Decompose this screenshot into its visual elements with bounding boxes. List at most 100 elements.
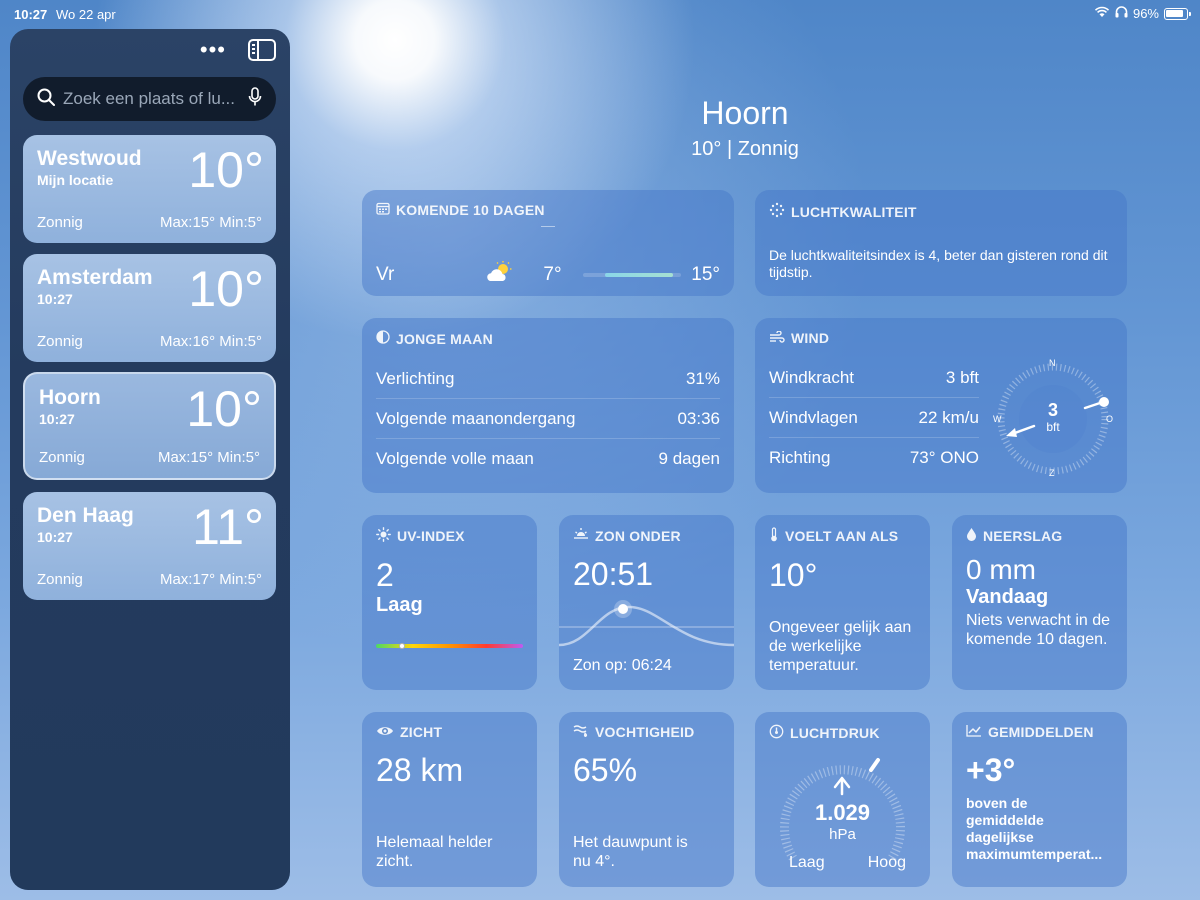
averages-title-text: GEMIDDELDEN bbox=[988, 724, 1094, 740]
averages-card[interactable]: GEMIDDELDEN +3° boven de gemiddelde dage… bbox=[952, 712, 1127, 887]
partly-sunny-icon bbox=[484, 260, 543, 290]
status-date: Wo 22 apr bbox=[56, 7, 116, 22]
thermometer-icon bbox=[769, 527, 779, 545]
air-quality-title: LUCHTKWALITEIT bbox=[769, 202, 1113, 221]
wind-row: Windkracht 3 bft bbox=[769, 358, 979, 398]
sunset-icon bbox=[573, 527, 589, 544]
compass-unit: bft bbox=[1046, 420, 1060, 434]
status-right: 96% bbox=[1094, 6, 1191, 21]
air-quality-card[interactable]: LUCHTKWALITEIT De luchtkwaliteitsindex i… bbox=[755, 190, 1127, 296]
wind-card[interactable]: WIND Windkracht 3 bft Windvlagen 22 km/u R… bbox=[755, 318, 1127, 493]
forecast-low: 7° bbox=[543, 264, 562, 285]
wind-row-value: 22 km/u bbox=[918, 408, 979, 427]
visibility-title: ZICHT bbox=[376, 724, 523, 740]
headphones-icon bbox=[1115, 6, 1128, 21]
current-conditions: 10° | Zonnig bbox=[691, 138, 799, 160]
raindrop-icon bbox=[966, 527, 977, 544]
temp-range-fill bbox=[604, 273, 674, 277]
precipitation-sub: Vandaag bbox=[966, 586, 1049, 608]
location-temp: 10° bbox=[188, 261, 264, 317]
humidity-card[interactable]: VOCHTIGHEID 65% Het dauwpunt is nu 4°. bbox=[559, 712, 734, 887]
forecast-title: KOMENDE 10 DAGEN bbox=[376, 202, 720, 218]
location-minmax: Max:15° Min:5° bbox=[157, 449, 260, 466]
feels-like-title: VOELT AAN ALS bbox=[769, 527, 916, 545]
moon-row: Volgende maanondergang 03:36 bbox=[376, 399, 720, 439]
forecast-high: 15° bbox=[691, 264, 720, 285]
microphone-icon[interactable] bbox=[248, 86, 262, 112]
status-bar: 10:27 Wo 22 apr 96% bbox=[0, 0, 1200, 28]
wind-title-text: WIND bbox=[791, 330, 830, 346]
uv-title-text: UV-INDEX bbox=[397, 528, 465, 544]
wifi-icon bbox=[1094, 6, 1110, 21]
search-icon bbox=[37, 88, 55, 111]
pressure-card[interactable]: LUCHTDRUK 1.029 hPa Laag Hoog bbox=[755, 712, 930, 887]
wind-rows: Windkracht 3 bft Windvlagen 22 km/u Richti… bbox=[769, 358, 979, 477]
location-minmax: Max:16° Min:5° bbox=[159, 333, 262, 350]
forecast-day: Vr bbox=[376, 264, 395, 285]
air-quality-title-text: LUCHTKWALITEIT bbox=[791, 203, 917, 220]
feels-like-value: 10° bbox=[769, 557, 818, 593]
forecast-card[interactable]: KOMENDE 10 DAGEN Vr 7° 15° bbox=[362, 190, 734, 296]
pressure-title: LUCHTDRUK bbox=[769, 724, 916, 742]
location-temp: 10° bbox=[186, 381, 262, 437]
pressure-unit: hPa bbox=[829, 826, 856, 843]
wind-row-label: Windvlagen bbox=[769, 408, 858, 427]
humidity-title-text: VOCHTIGHEID bbox=[595, 724, 695, 740]
uv-index-card[interactable]: UV-INDEX 2 Laag bbox=[362, 515, 537, 690]
search-placeholder: Zoek een plaats of lu... bbox=[63, 89, 235, 108]
moon-phase-icon bbox=[376, 330, 390, 347]
precipitation-text: Niets verwacht in de komende 10 dagen. bbox=[966, 612, 1111, 648]
status-time: 10:27 bbox=[14, 7, 48, 22]
location-card-amsterdam[interactable]: Amsterdam 10:27 10° Zonnig Max:16° Min:5… bbox=[23, 254, 276, 362]
averages-text: boven de gemiddelde dagelijkse maximumte… bbox=[966, 795, 1103, 862]
eye-icon bbox=[376, 724, 394, 740]
compass-north: N bbox=[1049, 358, 1056, 368]
visibility-card[interactable]: ZICHT 28 km Helemaal helder zicht. bbox=[362, 712, 537, 887]
sun-icon bbox=[376, 527, 391, 545]
compass-south: Z bbox=[1049, 468, 1055, 478]
sunset-time: 20:51 bbox=[573, 556, 654, 592]
moon-row: Verlichting 31% bbox=[376, 359, 720, 399]
location-card-hoorn[interactable]: Hoorn 10:27 10° Zonnig Max:15° Min:5° bbox=[23, 372, 276, 480]
uv-level: Laag bbox=[376, 594, 423, 616]
calendar-icon bbox=[376, 202, 390, 218]
location-condition: Zonnig bbox=[37, 571, 83, 588]
moon-card[interactable]: JONGE MAAN Verlichting 31% Volgende maano… bbox=[362, 318, 734, 493]
sidebar-toggle-icon[interactable] bbox=[248, 39, 276, 61]
moon-row-label: Verlichting bbox=[376, 369, 455, 388]
moon-row-label: Volgende volle maan bbox=[376, 449, 534, 468]
humidity-text: Het dauwpunt is nu 4°. bbox=[573, 834, 688, 870]
precipitation-card[interactable]: NEERSLAG 0 mm Vandaag Niets verwacht in … bbox=[952, 515, 1127, 690]
battery-percent: 96% bbox=[1132, 6, 1159, 21]
wind-row: Windvlagen 22 km/u bbox=[769, 398, 979, 438]
location-temp: 10° bbox=[188, 142, 264, 198]
location-condition: Zonnig bbox=[39, 449, 85, 466]
visibility-text: Helemaal helder zicht. bbox=[376, 834, 493, 870]
battery-icon bbox=[1164, 7, 1191, 20]
wind-row-label: Richting bbox=[769, 448, 831, 467]
city-name: Hoorn bbox=[701, 95, 789, 131]
search-input[interactable]: Zoek een plaats of lu... bbox=[23, 77, 276, 121]
averages-value: +3° bbox=[966, 752, 1016, 788]
pressure-title-text: LUCHTDRUK bbox=[790, 725, 880, 741]
humidity-icon bbox=[573, 724, 589, 740]
visibility-value: 28 km bbox=[376, 752, 464, 788]
moon-rows: Verlichting 31% Volgende maanondergang 03:… bbox=[376, 359, 720, 478]
feels-like-card[interactable]: VOELT AAN ALS 10° Ongeveer gelijk aan de… bbox=[755, 515, 930, 690]
air-quality-text: De luchtkwaliteitsindex is 4, beter dan … bbox=[769, 247, 1108, 280]
pressure-low-label: Laag bbox=[789, 854, 825, 871]
moon-title: JONGE MAAN bbox=[376, 330, 720, 347]
air-quality-icon bbox=[769, 202, 785, 221]
moon-title-text: JONGE MAAN bbox=[396, 330, 493, 347]
more-icon[interactable]: ••• bbox=[200, 39, 226, 61]
wind-compass: N O Z W 3 bft bbox=[990, 356, 1116, 482]
location-card-westwoud[interactable]: Westwoud Mijn locatie 10° Zonnig Max:15°… bbox=[23, 135, 276, 243]
feels-like-title-text: VOELT AAN ALS bbox=[785, 528, 899, 544]
sunset-card[interactable]: ZON ONDER 20:51 Zon op: 06:24 bbox=[559, 515, 734, 690]
location-card-den-haag[interactable]: Den Haag 10:27 11° Zonnig Max:17° Min:5° bbox=[23, 492, 276, 600]
pressure-value: 1.029 bbox=[814, 800, 871, 825]
location-condition: Zonnig bbox=[37, 214, 83, 231]
sidebar-toolbar: ••• bbox=[200, 39, 276, 61]
moon-row-value: 03:36 bbox=[677, 409, 720, 428]
precipitation-title: NEERSLAG bbox=[966, 527, 1113, 544]
